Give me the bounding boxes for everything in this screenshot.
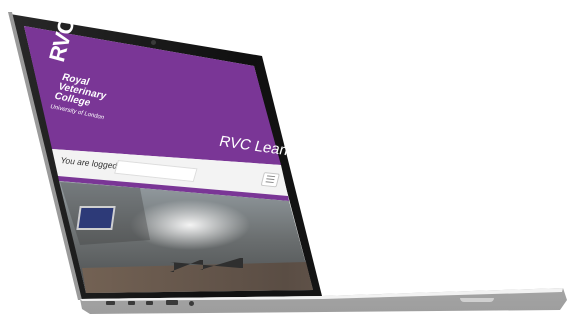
hamburger-menu-icon[interactable] bbox=[260, 172, 280, 188]
thunderbolt-port-icon bbox=[128, 301, 135, 305]
webcam-icon bbox=[151, 40, 156, 45]
hero-image-screen bbox=[76, 206, 116, 230]
thunderbolt-port-icon bbox=[146, 301, 153, 305]
usb-port-icon bbox=[166, 300, 178, 305]
magsafe-port-icon bbox=[106, 301, 115, 305]
headphone-jack-icon bbox=[189, 301, 194, 306]
lid-opening-notch bbox=[460, 298, 494, 302]
